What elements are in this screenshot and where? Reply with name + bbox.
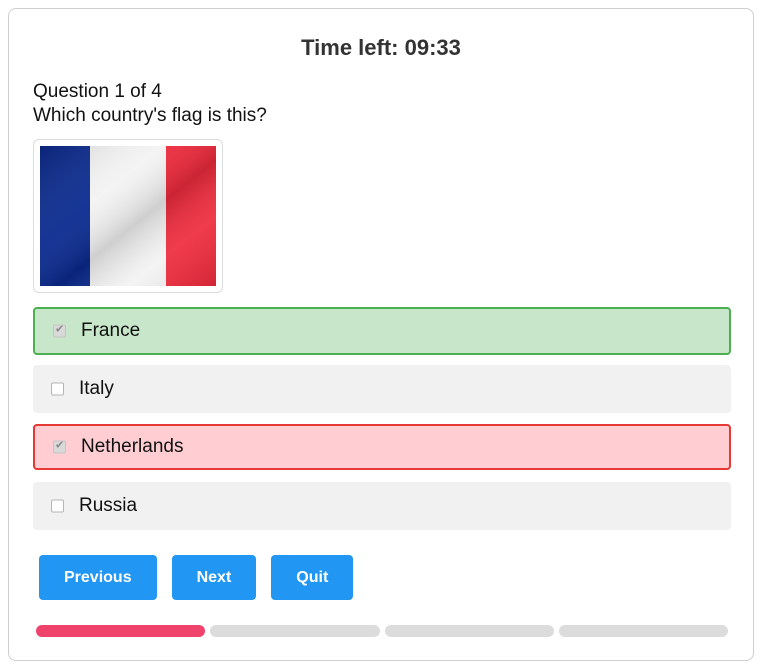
progress-segment: [384, 625, 554, 637]
flag-image: [33, 139, 223, 293]
answer-options: ✔ France Italy ✔ Netherlands Russia: [33, 307, 731, 540]
option-france[interactable]: ✔ France: [33, 307, 731, 355]
flag-france-icon: [40, 146, 216, 286]
check-icon: ✔: [55, 322, 65, 336]
option-label: Russia: [79, 495, 138, 516]
timer-label: Time left: 09:33: [301, 35, 461, 60]
option-netherlands[interactable]: ✔ Netherlands: [33, 424, 731, 470]
progress-segment: [36, 625, 206, 637]
nav-buttons: Previous Next Quit: [39, 555, 368, 600]
progress-segment: [210, 625, 380, 637]
checkbox[interactable]: [51, 499, 64, 513]
quit-button[interactable]: Quit: [271, 555, 354, 600]
checkbox[interactable]: ✔: [53, 322, 66, 338]
checkbox[interactable]: ✔: [53, 438, 66, 454]
quiz-card: Time left: 09:33 Question 1 of 4 Which c…: [8, 8, 754, 661]
question-text: Which country's flag is this?: [33, 105, 267, 126]
option-label: France: [81, 320, 141, 341]
check-icon: ✔: [55, 438, 65, 452]
question-header: Question 1 of 4 Which country's flag is …: [33, 80, 267, 128]
option-label: Netherlands: [81, 436, 184, 457]
previous-button[interactable]: Previous: [39, 555, 157, 600]
option-label: Italy: [79, 378, 114, 399]
option-russia[interactable]: Russia: [33, 482, 731, 530]
question-counter: Question 1 of 4: [33, 81, 162, 102]
checkbox[interactable]: [51, 382, 64, 396]
progress-bar: [36, 625, 728, 637]
progress-segment: [558, 625, 728, 637]
next-button[interactable]: Next: [171, 555, 257, 600]
option-italy[interactable]: Italy: [33, 365, 731, 413]
